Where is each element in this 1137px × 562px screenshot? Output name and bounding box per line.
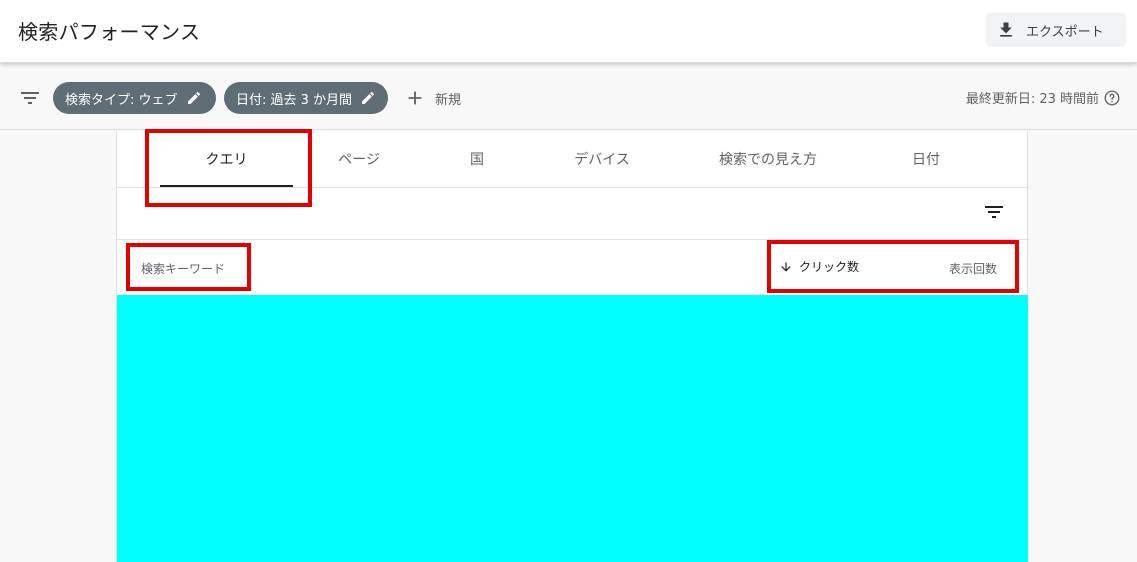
filter-chip-search-type[interactable]: 検索タイプ: ウェブ bbox=[53, 82, 216, 114]
column-header-clicks-label: クリック数 bbox=[799, 260, 860, 274]
filter-icon[interactable] bbox=[18, 86, 42, 110]
filter-bar: 検索タイプ: ウェブ 日付: 過去 3 か月間 新規 最終更新日: 23 時間前 bbox=[0, 66, 1137, 130]
export-button-label: エクスポート bbox=[1026, 24, 1104, 40]
tab-query[interactable]: クエリ bbox=[160, 131, 293, 187]
tab-page[interactable]: ページ bbox=[295, 131, 423, 187]
last-updated: 最終更新日: 23 時間前 bbox=[966, 88, 1121, 107]
table-header-row: 検索キーワード クリック数 表示回数 bbox=[117, 240, 1029, 295]
pencil-icon bbox=[187, 91, 200, 104]
add-filter-button[interactable]: 新規 bbox=[404, 86, 461, 110]
tab-device[interactable]: デバイス bbox=[531, 131, 673, 187]
export-button[interactable]: エクスポート bbox=[986, 13, 1126, 47]
tab-search-appearance[interactable]: 検索での見え方 bbox=[673, 131, 863, 187]
download-icon bbox=[1000, 22, 1012, 37]
add-filter-label: 新規 bbox=[435, 92, 462, 108]
plus-icon bbox=[408, 91, 422, 105]
filter-chip-label: 日付: 過去 3 か月間 bbox=[236, 92, 353, 108]
table-toolbar bbox=[117, 188, 1029, 240]
page-title: 検索パフォーマンス bbox=[18, 20, 201, 44]
arrow-down-icon bbox=[781, 261, 791, 272]
last-updated-text: 最終更新日: 23 時間前 bbox=[965, 92, 1099, 107]
filter-chip-label: 検索タイプ: ウェブ bbox=[65, 92, 178, 108]
report-card: クエリ ページ 国 デバイス 検索での見え方 日付 検索キーワード クリック数 … bbox=[116, 131, 1029, 562]
tab-country[interactable]: 国 bbox=[423, 131, 531, 187]
pencil-icon bbox=[362, 91, 375, 104]
help-icon[interactable] bbox=[1103, 89, 1121, 107]
table-filter-icon[interactable] bbox=[982, 200, 1006, 224]
column-header-impressions[interactable]: 表示回数 bbox=[949, 260, 997, 277]
tab-date[interactable]: 日付 bbox=[863, 131, 989, 187]
column-header-clicks[interactable]: クリック数 bbox=[779, 258, 859, 275]
top-header: 検索パフォーマンス エクスポート bbox=[0, 0, 1137, 63]
filter-chip-date[interactable]: 日付: 過去 3 か月間 bbox=[224, 82, 388, 114]
search-performance-app: 検索パフォーマンス エクスポート 検索タイプ: ウェブ 日付: 過去 3 か月間 bbox=[0, 0, 1137, 562]
dimension-tabs: クエリ ページ 国 デバイス 検索での見え方 日付 bbox=[117, 131, 1029, 188]
redacted-table-body bbox=[117, 295, 1028, 562]
column-header-keyword[interactable]: 検索キーワード bbox=[141, 260, 225, 277]
active-tab-indicator bbox=[160, 185, 293, 187]
